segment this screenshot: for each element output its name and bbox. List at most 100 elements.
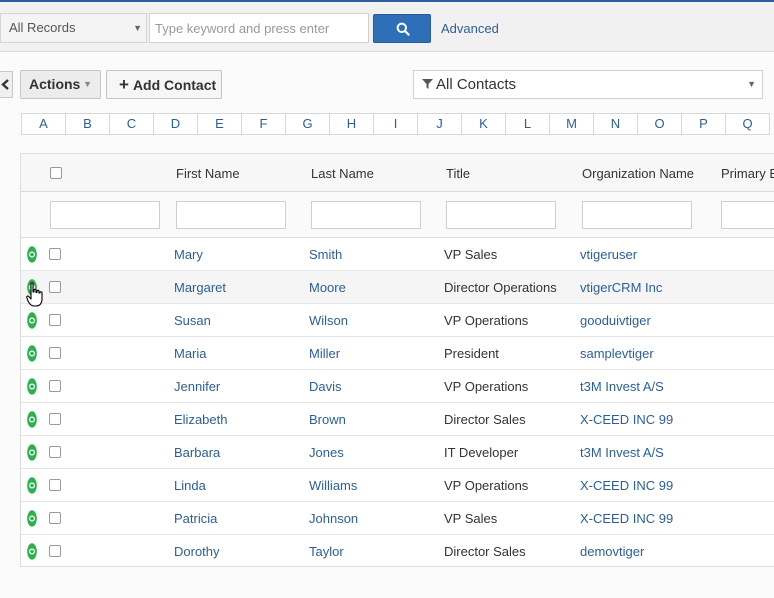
cell-first-name[interactable]: Susan	[174, 313, 211, 328]
filter-input-organization[interactable]	[582, 201, 692, 229]
record-status-icon[interactable]	[27, 477, 37, 494]
table-row[interactable]: Margaret Moore Director Operations vtigerCR…	[21, 271, 774, 304]
table-row[interactable]: Patricia Johnson VP Sales X-CEED INC 99	[21, 502, 774, 535]
cell-organization[interactable]: gooduivtiger	[580, 313, 651, 328]
cell-first-name[interactable]: Patricia	[174, 511, 217, 526]
record-status-icon[interactable]	[27, 411, 37, 428]
search-button[interactable]	[373, 14, 431, 43]
alpha-d[interactable]: D	[154, 114, 198, 134]
row-checkbox[interactable]	[49, 281, 61, 293]
cell-last-name[interactable]: Johnson	[309, 511, 358, 526]
select-all-checkbox[interactable]	[50, 167, 62, 179]
record-scope-select[interactable]: All Records ▼	[0, 13, 147, 43]
add-contact-button[interactable]: + Add Contact	[106, 70, 222, 99]
cell-first-name[interactable]: Barbara	[174, 445, 220, 460]
row-checkbox[interactable]	[49, 512, 61, 524]
add-contact-label: Add Contact	[132, 77, 217, 93]
table-row[interactable]: Linda Williams VP Operations X-CEED INC 99	[21, 469, 774, 502]
cell-last-name[interactable]: Taylor	[309, 544, 344, 559]
record-status-icon[interactable]	[27, 345, 37, 362]
record-status-icon[interactable]	[27, 312, 37, 329]
column-header-title[interactable]: Title	[446, 166, 470, 181]
cell-last-name[interactable]: Williams	[309, 478, 357, 493]
alpha-h[interactable]: H	[330, 114, 374, 134]
advanced-search-link[interactable]: Advanced	[441, 21, 499, 36]
cell-last-name[interactable]: Smith	[309, 247, 342, 262]
cell-organization[interactable]: vtigerCRM Inc	[580, 280, 662, 295]
alpha-j[interactable]: J	[418, 114, 462, 134]
record-status-icon[interactable]	[27, 279, 37, 296]
row-checkbox[interactable]	[49, 413, 61, 425]
cell-organization[interactable]: vtigeruser	[580, 247, 637, 262]
alpha-b[interactable]: B	[66, 114, 110, 134]
alpha-l[interactable]: L	[506, 114, 550, 134]
actions-label: Actions	[29, 76, 81, 92]
record-status-icon[interactable]	[27, 543, 37, 560]
filter-input-last-name[interactable]	[311, 201, 421, 229]
alpha-g[interactable]: G	[286, 114, 330, 134]
column-header-organization[interactable]: Organization Name	[582, 166, 694, 181]
cell-organization[interactable]: demovtiger	[580, 544, 644, 559]
alpha-f[interactable]: F	[242, 114, 286, 134]
table-row[interactable]: Jennifer Davis VP Operations t3M Invest A/S	[21, 370, 774, 403]
cell-first-name[interactable]: Linda	[174, 478, 206, 493]
list-filter-select[interactable]: All Contacts ▼	[413, 70, 763, 99]
keyword-search-input[interactable]	[149, 13, 369, 43]
table-row[interactable]: Elizabeth Brown Director Sales X-CEED INC 9…	[21, 403, 774, 436]
alpha-i[interactable]: I	[374, 114, 418, 134]
table-row[interactable]: Maria Miller President samplevtiger	[21, 337, 774, 370]
filter-input-col-0[interactable]	[50, 201, 160, 229]
row-checkbox[interactable]	[49, 446, 61, 458]
table-row[interactable]: Susan Wilson VP Operations gooduivtiger	[21, 304, 774, 337]
cell-first-name[interactable]: Elizabeth	[174, 412, 227, 427]
alpha-e[interactable]: E	[198, 114, 242, 134]
alpha-k[interactable]: K	[462, 114, 506, 134]
table-row[interactable]: Mary Smith VP Sales vtigeruser	[21, 238, 774, 271]
table-row[interactable]: Barbara Jones IT Developer t3M Invest A/S	[21, 436, 774, 469]
filter-input-first-name[interactable]	[176, 201, 286, 229]
table-row[interactable]: Dorothy Taylor Director Sales demovtiger	[21, 535, 774, 566]
cell-organization[interactable]: X-CEED INC 99	[580, 478, 673, 493]
alpha-n[interactable]: N	[594, 114, 638, 134]
row-checkbox[interactable]	[49, 347, 61, 359]
row-checkbox[interactable]	[49, 479, 61, 491]
row-checkbox[interactable]	[49, 380, 61, 392]
record-status-icon[interactable]	[27, 246, 37, 263]
cell-first-name[interactable]: Dorothy	[174, 544, 220, 559]
filter-input-title[interactable]	[446, 201, 556, 229]
cell-first-name[interactable]: Jennifer	[174, 379, 220, 394]
cell-organization[interactable]: X-CEED INC 99	[580, 511, 673, 526]
filter-input-primary-email[interactable]	[721, 201, 774, 229]
row-checkbox[interactable]	[49, 248, 61, 260]
alpha-p[interactable]: P	[682, 114, 726, 134]
cell-organization[interactable]: t3M Invest A/S	[580, 379, 664, 394]
alpha-m[interactable]: M	[550, 114, 594, 134]
alpha-q[interactable]: Q	[726, 114, 770, 134]
alpha-a[interactable]: A	[22, 114, 66, 134]
cell-title: VP Sales	[444, 247, 498, 262]
alpha-o[interactable]: O	[638, 114, 682, 134]
column-header-primary-email[interactable]: Primary E	[721, 166, 774, 181]
cell-last-name[interactable]: Davis	[309, 379, 342, 394]
cell-organization[interactable]: samplevtiger	[580, 346, 654, 361]
record-status-icon[interactable]	[27, 510, 37, 527]
record-status-icon[interactable]	[27, 378, 37, 395]
cell-organization[interactable]: X-CEED INC 99	[580, 412, 673, 427]
row-checkbox[interactable]	[49, 314, 61, 326]
cell-last-name[interactable]: Wilson	[309, 313, 348, 328]
column-header-last-name[interactable]: Last Name	[311, 166, 374, 181]
back-button[interactable]	[0, 71, 13, 98]
cell-last-name[interactable]: Moore	[309, 280, 346, 295]
row-checkbox[interactable]	[49, 545, 61, 557]
cell-last-name[interactable]: Jones	[309, 445, 344, 460]
cell-last-name[interactable]: Brown	[309, 412, 346, 427]
cell-first-name[interactable]: Mary	[174, 247, 203, 262]
cell-first-name[interactable]: Maria	[174, 346, 207, 361]
cell-first-name[interactable]: Margaret	[174, 280, 226, 295]
cell-last-name[interactable]: Miller	[309, 346, 340, 361]
actions-dropdown[interactable]: Actions ▼	[20, 70, 101, 99]
alpha-c[interactable]: C	[110, 114, 154, 134]
column-header-first-name[interactable]: First Name	[176, 166, 240, 181]
cell-organization[interactable]: t3M Invest A/S	[580, 445, 664, 460]
record-status-icon[interactable]	[27, 444, 37, 461]
